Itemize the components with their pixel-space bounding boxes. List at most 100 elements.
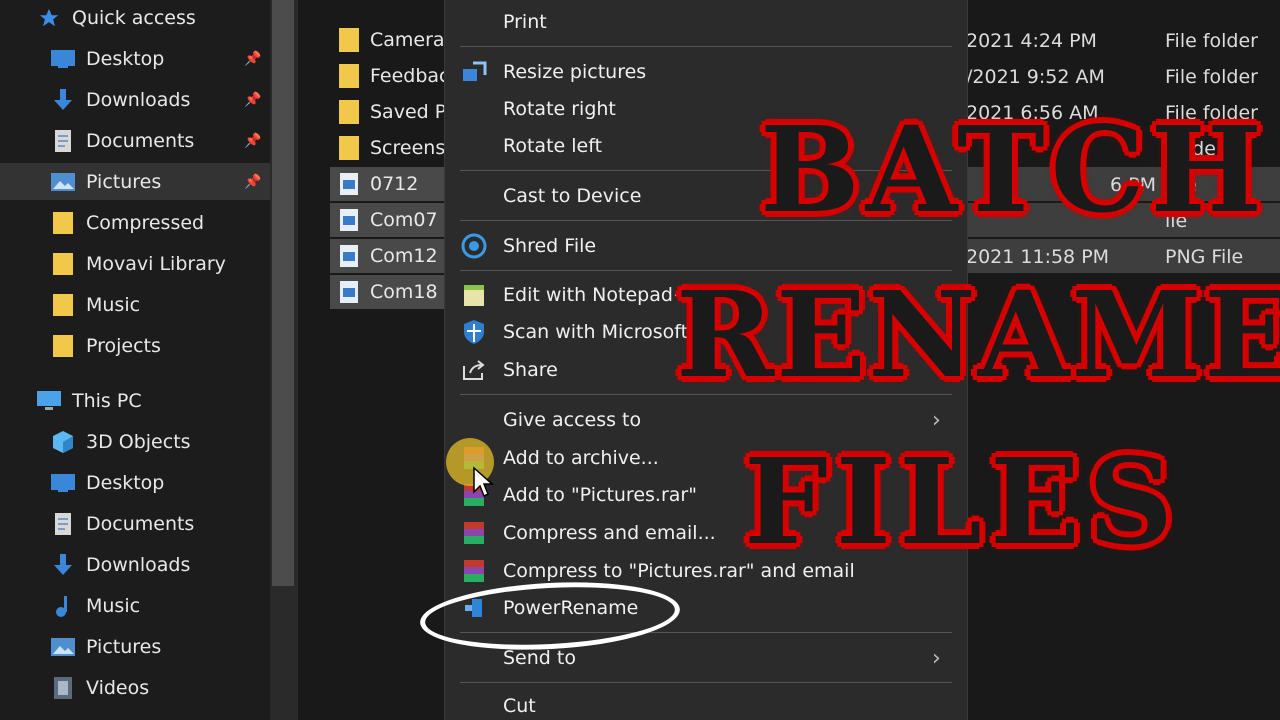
resize-pictures-icon [460,58,488,86]
mouse-cursor-icon [473,466,494,498]
desktop-icon [50,470,76,496]
cube-icon [50,429,76,455]
nav-item-compressed[interactable]: Compressed [0,204,270,241]
file-row-com18[interactable]: Com18 [330,275,450,309]
nav-label: Compressed [86,211,205,234]
folder-icon [50,210,76,236]
nav-item-pictures-pc[interactable]: Pictures [0,628,270,665]
menu-label: Shred File [503,235,597,257]
music-note-icon [50,593,76,619]
file-name: Feedbac [370,65,450,87]
menu-label: Print [503,11,547,33]
nav-label: Projects [86,334,161,357]
file-name: Com18 [370,281,438,303]
navigation-scrollbar-thumb[interactable] [272,0,294,586]
menu-item-cut[interactable]: Cut [444,688,968,720]
nav-label: Pictures [86,635,162,658]
image-file-icon [338,171,360,197]
file-name: Camera [370,29,445,51]
document-icon [50,511,76,537]
nav-item-videos[interactable]: Videos [0,669,270,706]
menu-label: Cast to Device [503,185,642,207]
nav-item-downloads-pc[interactable]: Downloads [0,546,270,583]
nav-label: Videos [86,676,150,699]
menu-label: Send to [503,647,576,669]
document-icon [50,128,76,154]
nav-label: 3D Objects [86,430,191,453]
shred-icon [460,232,488,260]
folder-icon [50,292,76,318]
menu-label: Resize pictures [503,61,647,83]
computer-icon [36,388,62,414]
menu-label: Cut [503,695,536,717]
star-icon [36,5,62,31]
pin-icon: 📌 [244,173,262,190]
shield-icon [460,318,488,346]
file-row-feedback[interactable]: Feedbac [330,59,450,93]
nav-item-desktop-pc[interactable]: Desktop [0,464,270,501]
file-date: 2021 4:24 PM [966,30,1097,52]
folder-icon [338,63,360,89]
menu-item-print[interactable]: Print [444,4,968,40]
file-name: 0712 [370,173,419,195]
file-row-saved-pictures[interactable]: Saved Pi [330,95,450,129]
nav-label: Desktop [86,471,165,494]
file-row-camera[interactable]: Camera [330,23,450,57]
nav-item-music-folder[interactable]: Music [0,286,270,323]
submenu-arrow-icon: › [932,645,941,671]
download-arrow-icon [50,552,76,578]
file-row-screenshots[interactable]: Screensh [330,131,450,165]
menu-separator [460,682,952,683]
desktop-icon [50,46,76,72]
pin-icon: 📌 [244,132,262,149]
nav-item-downloads[interactable]: Downloads 📌 [0,81,270,118]
pictures-icon [50,169,76,195]
folder-icon [338,27,360,53]
file-type: File folder [1165,30,1258,52]
menu-label: Compress and email... [503,522,716,544]
nav-item-desktop[interactable]: Desktop 📌 [0,40,270,77]
folder-icon [50,333,76,359]
file-name: Screensh [370,137,450,159]
pin-icon: 📌 [244,50,262,67]
menu-label: Add to "Pictures.rar" [503,484,697,506]
nav-label: Music [86,293,141,316]
menu-label: Rotate left [503,135,603,157]
winrar-icon [460,519,488,547]
image-file-icon [338,243,360,269]
nav-item-projects[interactable]: Projects [0,327,270,364]
nav-label: Music [86,594,141,617]
file-row-0712[interactable]: 0712 [330,167,450,201]
nav-label: Desktop [86,47,165,70]
nav-label: Documents [86,512,195,535]
file-type: File folder [1165,66,1258,88]
nav-this-pc[interactable]: This PC [0,382,270,419]
pictures-icon [50,634,76,660]
film-icon [50,675,76,701]
nav-item-3d-objects[interactable]: 3D Objects [0,423,270,460]
nav-label: Downloads [86,88,191,111]
nav-label: Movavi Library [86,252,226,275]
nav-quick-access[interactable]: Quick access [0,0,270,36]
nav-item-documents[interactable]: Documents 📌 [0,122,270,159]
image-file-icon [338,279,360,305]
folder-icon [50,251,76,277]
nav-label: Quick access [72,6,196,29]
overlay-title-rename: RENAME [676,265,1280,404]
nav-label: Documents [86,129,195,152]
submenu-arrow-icon: › [932,407,941,433]
menu-item-resize-pictures[interactable]: Resize pictures [444,54,968,90]
nav-item-music-pc[interactable]: Music [0,587,270,624]
nav-label: Pictures [86,170,162,193]
menu-label: Share [503,359,558,381]
image-file-icon [338,207,360,233]
overlay-title-batch: BATCH [760,100,1269,239]
file-row-com12[interactable]: Com12 [330,239,450,273]
file-row-com07[interactable]: Com07 [330,203,450,237]
nav-item-movavi-library[interactable]: Movavi Library [0,245,270,282]
nav-item-pictures[interactable]: Pictures 📌 [0,163,270,200]
folder-icon [338,99,360,125]
share-icon [460,356,488,384]
nav-item-documents-pc[interactable]: Documents [0,505,270,542]
folder-icon [338,135,360,161]
